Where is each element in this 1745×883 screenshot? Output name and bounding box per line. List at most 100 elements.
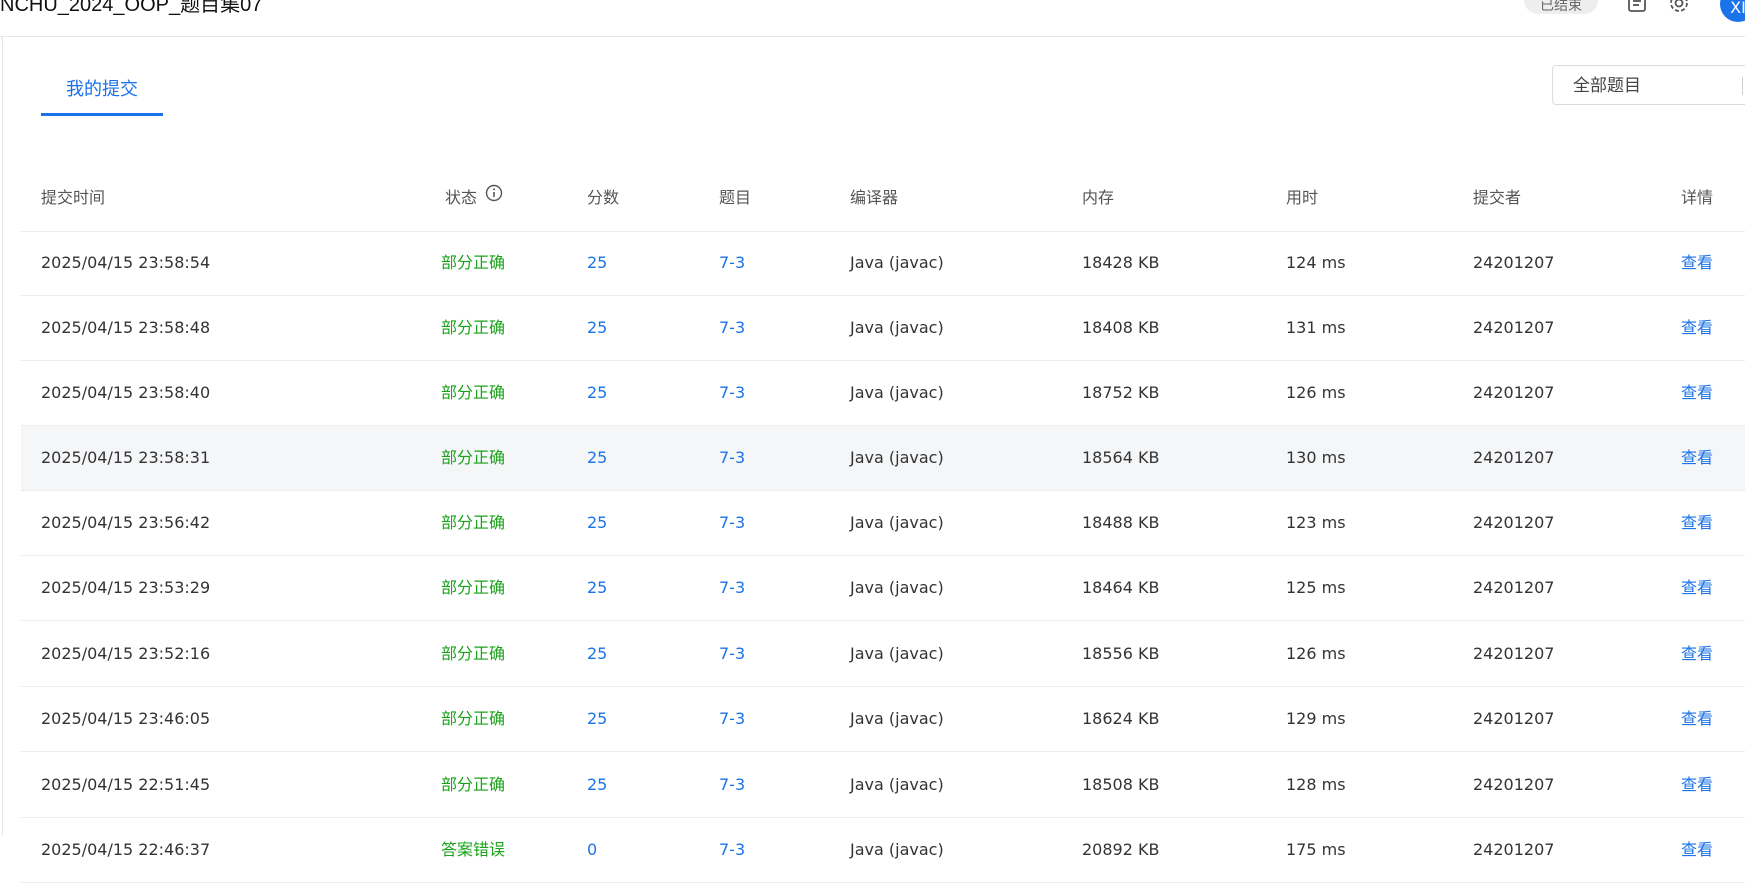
view-detail-link[interactable]: 查看 xyxy=(1681,687,1713,751)
cell-memory: 18488 KB xyxy=(1082,513,1160,532)
active-tab-indicator xyxy=(41,113,163,116)
cell-status: 部分正确 xyxy=(441,578,506,597)
cell-score-link[interactable]: 25 xyxy=(587,491,607,555)
cell-memory: 18428 KB xyxy=(1082,253,1160,272)
top-header: NCHU_2024_OOP_题目集07 已结束 XI xyxy=(0,0,1745,37)
cell-problem-link[interactable]: 7-3 xyxy=(719,231,745,295)
table-row: 2025/04/15 22:46:37 答案错误 0 7-3 Java (jav… xyxy=(21,818,1745,883)
cell-problem-link[interactable]: 7-3 xyxy=(719,491,745,555)
view-detail-link[interactable]: 查看 xyxy=(1681,818,1713,882)
view-detail-link[interactable]: 查看 xyxy=(1681,622,1713,686)
table-row: 2025/04/15 23:56:42 部分正确 25 7-3 Java (ja… xyxy=(21,491,1745,556)
cell-submitter: 24201207 xyxy=(1473,253,1555,272)
cell-score-link[interactable]: 25 xyxy=(587,622,607,686)
table-row: 2025/04/15 23:58:40 部分正确 25 7-3 Java (ja… xyxy=(21,361,1745,426)
cell-problem-link[interactable]: 7-3 xyxy=(719,556,745,620)
submissions-panel: 我的提交 全部题目 提交时间 状态 分数 题目 编译器 内存 用时 提交者 详情… xyxy=(2,37,1745,883)
cell-duration: 126 ms xyxy=(1286,644,1346,663)
cell-score-link[interactable]: 25 xyxy=(587,426,607,490)
cell-submitter: 24201207 xyxy=(1473,448,1555,467)
cell-submitter: 24201207 xyxy=(1473,513,1555,532)
cell-problem-link[interactable]: 7-3 xyxy=(719,296,745,360)
cell-submitter: 24201207 xyxy=(1473,318,1555,337)
gear-icon[interactable] xyxy=(1668,0,1690,14)
cell-memory: 18408 KB xyxy=(1082,318,1160,337)
col-memory: 内存 xyxy=(1082,188,1115,207)
col-score: 分数 xyxy=(587,188,620,207)
cell-submitter: 24201207 xyxy=(1473,644,1555,663)
table-row: 2025/04/15 22:51:45 部分正确 25 7-3 Java (ja… xyxy=(21,753,1745,818)
cell-submitter: 24201207 xyxy=(1473,775,1555,794)
col-submit-time: 提交时间 xyxy=(41,188,106,207)
table-header: 提交时间 状态 分数 题目 编译器 内存 用时 提交者 详情 xyxy=(21,165,1745,232)
cell-submit-time: 2025/04/15 22:46:37 xyxy=(41,840,211,859)
cell-compiler: Java (javac) xyxy=(850,318,944,337)
col-compiler: 编译器 xyxy=(850,188,899,207)
cell-duration: 126 ms xyxy=(1286,383,1346,402)
cell-problem-link[interactable]: 7-3 xyxy=(719,361,745,425)
view-detail-link[interactable]: 查看 xyxy=(1681,361,1713,425)
cell-status: 部分正确 xyxy=(441,318,506,337)
cell-memory: 20892 KB xyxy=(1082,840,1160,859)
cell-status: 部分正确 xyxy=(441,644,506,663)
cell-problem-link[interactable]: 7-3 xyxy=(719,426,745,490)
cell-score-link[interactable]: 25 xyxy=(587,753,607,817)
cell-submit-time: 2025/04/15 23:58:54 xyxy=(41,253,211,272)
table-row: 2025/04/15 23:52:16 部分正确 25 7-3 Java (ja… xyxy=(21,622,1745,687)
col-submitter: 提交者 xyxy=(1473,188,1522,207)
page-title: NCHU_2024_OOP_题目集07 xyxy=(0,0,263,16)
cell-status: 部分正确 xyxy=(441,253,506,272)
cell-score-link[interactable]: 25 xyxy=(587,361,607,425)
cell-problem-link[interactable]: 7-3 xyxy=(719,753,745,817)
cell-status: 部分正确 xyxy=(441,383,506,402)
cell-submit-time: 2025/04/15 23:58:48 xyxy=(41,318,211,337)
cell-compiler: Java (javac) xyxy=(850,448,944,467)
table-row: 2025/04/15 23:53:29 部分正确 25 7-3 Java (ja… xyxy=(21,556,1745,621)
cell-duration: 123 ms xyxy=(1286,513,1346,532)
view-detail-link[interactable]: 查看 xyxy=(1681,296,1713,360)
table-row: 2025/04/15 23:58:48 部分正确 25 7-3 Java (ja… xyxy=(21,296,1745,361)
cell-compiler: Java (javac) xyxy=(850,578,944,597)
cell-score-link[interactable]: 25 xyxy=(587,296,607,360)
cell-score-link[interactable]: 25 xyxy=(587,687,607,751)
cell-submit-time: 2025/04/15 23:58:40 xyxy=(41,383,211,402)
cell-problem-link[interactable]: 7-3 xyxy=(719,818,745,882)
info-icon[interactable] xyxy=(485,164,503,230)
cell-compiler: Java (javac) xyxy=(850,840,944,859)
cell-duration: 131 ms xyxy=(1286,318,1346,337)
cell-submitter: 24201207 xyxy=(1473,709,1555,728)
view-detail-link[interactable]: 查看 xyxy=(1681,753,1713,817)
cell-submit-time: 2025/04/15 23:58:31 xyxy=(41,448,211,467)
cell-compiler: Java (javac) xyxy=(850,775,944,794)
view-detail-link[interactable]: 查看 xyxy=(1681,231,1713,295)
cell-problem-link[interactable]: 7-3 xyxy=(719,622,745,686)
col-status-label: 状态 xyxy=(445,188,478,207)
col-problem: 题目 xyxy=(719,188,752,207)
view-detail-link[interactable]: 查看 xyxy=(1681,491,1713,555)
cell-submitter: 24201207 xyxy=(1473,840,1555,859)
cell-compiler: Java (javac) xyxy=(850,644,944,663)
cell-submit-time: 2025/04/15 23:46:05 xyxy=(41,709,211,728)
cell-status: 部分正确 xyxy=(441,775,506,794)
cell-duration: 130 ms xyxy=(1286,448,1346,467)
cell-memory: 18508 KB xyxy=(1082,775,1160,794)
col-status: 状态 xyxy=(445,165,503,231)
cell-memory: 18752 KB xyxy=(1082,383,1160,402)
cell-problem-link[interactable]: 7-3 xyxy=(719,687,745,751)
view-detail-link[interactable]: 查看 xyxy=(1681,556,1713,620)
problem-filter-select[interactable]: 全部题目 xyxy=(1552,65,1745,105)
tab-my-submissions[interactable]: 我的提交 xyxy=(41,75,163,115)
cell-score-link[interactable]: 25 xyxy=(587,231,607,295)
cell-duration: 128 ms xyxy=(1286,775,1346,794)
cell-score-link[interactable]: 25 xyxy=(587,556,607,620)
avatar[interactable]: XI xyxy=(1720,0,1745,22)
cell-score-link[interactable]: 0 xyxy=(587,818,597,882)
col-detail: 详情 xyxy=(1681,188,1714,207)
cell-submit-time: 2025/04/15 23:53:29 xyxy=(41,578,211,597)
table-row: 2025/04/15 23:58:54 部分正确 25 7-3 Java (ja… xyxy=(21,231,1745,296)
view-detail-link[interactable]: 查看 xyxy=(1681,426,1713,490)
cell-memory: 18464 KB xyxy=(1082,578,1160,597)
cell-duration: 175 ms xyxy=(1286,840,1346,859)
document-list-icon[interactable] xyxy=(1626,0,1648,14)
cell-submit-time: 2025/04/15 23:56:42 xyxy=(41,513,211,532)
